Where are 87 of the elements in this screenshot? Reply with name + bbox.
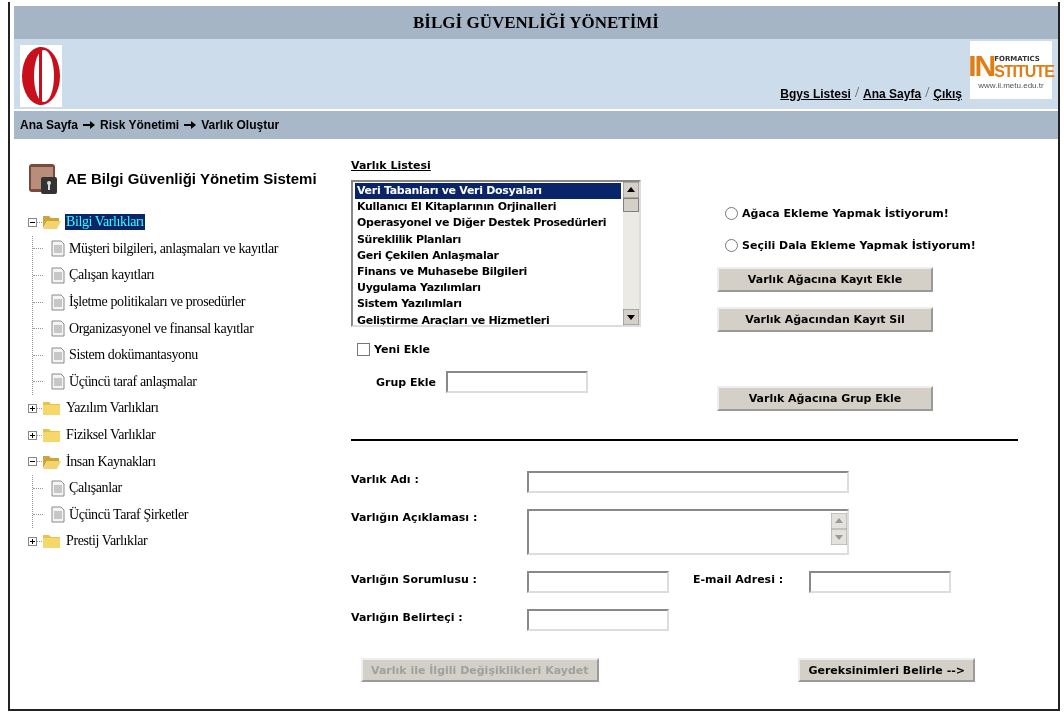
document-icon xyxy=(51,320,65,338)
owner-input-field[interactable] xyxy=(527,571,669,593)
list-option[interactable]: Uygulama Yazılımları xyxy=(355,280,621,297)
field-label: E-mail Adresi : xyxy=(693,573,785,586)
email-input-field[interactable] xyxy=(809,571,951,593)
logo-text: IN xyxy=(968,50,995,81)
document-icon xyxy=(51,346,65,364)
list-option[interactable]: Geliştirme Araçları ve Hizmetleri xyxy=(355,312,621,325)
document-icon xyxy=(51,240,65,258)
nav-link[interactable]: Çıkış xyxy=(933,87,962,101)
document-icon xyxy=(51,267,65,284)
expand-icon[interactable] xyxy=(28,403,37,413)
checkbox-label: Yeni Ekle xyxy=(374,343,430,356)
tree-item[interactable]: Çalışanlar xyxy=(68,480,123,497)
field-label: Varlık Adı : xyxy=(351,472,420,486)
scroll-down-icon xyxy=(623,309,639,325)
list-label: Varlık Listesi xyxy=(351,159,432,172)
list-option[interactable]: Sistem Yazılımları xyxy=(355,296,621,313)
add-group-button[interactable]: Varlık Ağacına Grup Ekle xyxy=(717,386,933,411)
folder-icon xyxy=(42,427,62,444)
tree-item[interactable]: Organizasyonel ve finansal kayıtlar xyxy=(68,320,255,337)
breadcrumb-link[interactable]: Risk Yönetimi xyxy=(100,118,180,132)
breadcrumb-link[interactable]: Varlık Oluştur xyxy=(201,118,280,132)
tree-item[interactable]: Müşteri bilgileri, anlaşmaları ve kayıtlar xyxy=(68,240,280,257)
briefcase-lock-icon xyxy=(28,161,58,195)
list-option[interactable]: Operasyonel ve Diğer Destek Prosedürleri xyxy=(355,215,621,232)
page-title: BİLGİ GÜVENLİĞİ YÖNETİMİ xyxy=(14,6,1058,39)
document-icon xyxy=(51,373,65,391)
identifier-input-field[interactable] xyxy=(527,609,669,631)
expand-icon[interactable] xyxy=(28,536,37,546)
nav-link[interactable]: Ana Sayfa xyxy=(863,87,922,101)
radio-label: Seçili Dala Ekleme Yapmak İstiyorum! xyxy=(742,238,976,252)
radio-label: Ağaca Ekleme Yapmak İstiyorum! xyxy=(742,206,949,220)
scroll-thumb[interactable] xyxy=(623,198,639,212)
field-label: Varlığın Sorumlusu : xyxy=(351,572,478,586)
tree-item[interactable]: Çalışan kayıtları xyxy=(68,267,156,284)
field-label: Grup Ekle xyxy=(376,375,437,389)
radio-button[interactable] xyxy=(725,206,738,220)
logo-url: www.ii.metu.edu.tr xyxy=(978,80,1044,90)
tree-item[interactable]: Sistem dokümantasyonu xyxy=(68,347,199,364)
logo-icon xyxy=(20,45,62,107)
logo-text: STITUTE xyxy=(994,62,1054,81)
breadcrumb-link[interactable]: Ana Sayfa xyxy=(20,118,79,132)
open-folder-icon xyxy=(42,453,62,470)
collapse-icon[interactable] xyxy=(28,457,37,467)
field-label: Varlığın Belirteçi : xyxy=(351,610,464,624)
arrow-icon xyxy=(184,120,197,130)
document-icon xyxy=(51,479,65,497)
tree-item[interactable]: İşletme politikaları ve prosedürler xyxy=(68,294,247,311)
arrow-icon xyxy=(83,120,96,130)
link-separator: / xyxy=(925,84,930,101)
tree-item[interactable]: Bilgi Varlıkları xyxy=(65,214,145,231)
tree-item[interactable]: Fiziksel Varlıklar xyxy=(65,427,157,444)
link-separator: / xyxy=(854,84,860,101)
scroll-up-icon xyxy=(831,513,847,529)
folder-icon xyxy=(42,400,62,417)
list-option[interactable]: Veri Tabanları ve Veri Dosyaları xyxy=(355,183,621,200)
field-label: Varlığın Açıklaması : xyxy=(351,510,479,524)
group-input-field[interactable] xyxy=(446,371,589,393)
scroll-up-icon xyxy=(623,182,639,198)
list-option[interactable]: Geri Çekilen Anlaşmalar xyxy=(355,247,621,264)
document-icon xyxy=(51,293,65,311)
description-text-area[interactable] xyxy=(527,509,849,555)
tree-button[interactable]: Varlık Ağacından Kayıt Sil xyxy=(717,307,933,332)
tree-item[interactable]: İnsan Kaynakları xyxy=(65,453,157,470)
tree-item[interactable]: Yazılım Varlıkları xyxy=(65,400,160,417)
tree-button[interactable]: Varlık Ağacına Kayıt Ekle xyxy=(717,267,933,292)
open-folder-icon xyxy=(42,214,62,231)
list-option[interactable]: Finans ve Muhasebe Bilgileri xyxy=(355,264,621,281)
nav-link[interactable]: Bgys Listesi xyxy=(780,87,851,101)
tree-item[interactable]: Prestij Varlıklar xyxy=(65,533,149,550)
name-input-field[interactable] xyxy=(527,471,849,493)
collapse-icon[interactable] xyxy=(28,217,37,227)
scrollbar[interactable] xyxy=(623,182,639,325)
document-icon xyxy=(51,506,65,524)
asset-listbox[interactable] xyxy=(351,180,641,327)
scroll-down-icon xyxy=(831,529,847,545)
tree-item[interactable]: Üçüncü taraf anlaşmalar xyxy=(68,373,198,390)
list-option[interactable]: Kullanıcı El Kitaplarının Orjinalleri xyxy=(355,199,621,216)
sidebar-title: AE Bilgi Güvenliği Yönetim Sistemi xyxy=(66,169,317,187)
tree-item[interactable]: Üçüncü Taraf Şirketler xyxy=(68,506,190,523)
expand-icon[interactable] xyxy=(28,430,37,440)
next-button[interactable]: Gereksinimleri Belirle --> xyxy=(798,658,975,682)
radio-button[interactable] xyxy=(725,238,738,252)
checkbox[interactable] xyxy=(357,343,370,356)
folder-icon xyxy=(42,533,62,550)
list-option[interactable]: Süreklilik Planları xyxy=(355,231,621,248)
